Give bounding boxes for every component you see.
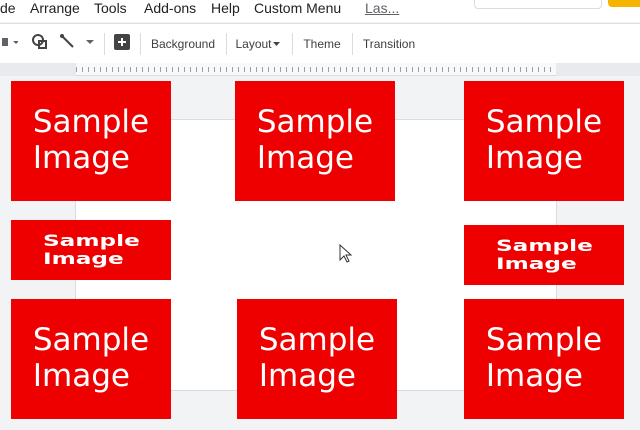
theme-button[interactable]: Theme [298,24,346,64]
ruler-margin-right [556,63,640,76]
menu-help[interactable]: Help [211,0,240,16]
sample-image-text: Sample Image [258,322,376,394]
select-tool-icon [2,35,19,54]
ruler-margin-left [0,63,76,76]
select-tool-button[interactable] [0,24,20,64]
toolbar: Background Layout Theme Transition [0,23,640,65]
sample-image-text: Sample Image [42,230,140,268]
sample-image[interactable]: Sample Image [237,299,397,419]
sample-image-text: Sample Image [495,235,593,273]
horizontal-ruler[interactable] [76,63,556,76]
shape-icon [31,33,49,56]
sample-image[interactable]: Sample Image [464,299,624,419]
toolbar-separator [140,33,141,55]
sample-image[interactable]: Sample Image [464,81,624,201]
sample-image-stretched[interactable]: Sample Image [464,225,624,285]
toolbar-separator [292,33,293,55]
toolbar-separator [104,33,105,55]
menu-tools[interactable]: Tools [94,0,127,16]
sample-image-text: Sample Image [256,104,374,176]
sample-image-text: Sample Image [32,104,150,176]
sample-image-text: Sample Image [485,104,603,176]
sample-image-text: Sample Image [485,322,603,394]
sample-image-text: Sample Image [32,322,150,394]
sample-image[interactable]: Sample Image [11,81,171,201]
menu-add-ons[interactable]: Add-ons [144,0,196,16]
shape-tool-button[interactable] [28,24,52,64]
chevron-down-icon [272,35,281,53]
insert-comment-button[interactable] [110,24,134,64]
layout-button[interactable]: Layout [232,24,284,64]
sample-image-stretched[interactable]: Sample Image [11,220,171,280]
line-tool-button[interactable] [58,24,98,64]
menu-slide[interactable]: de [0,0,16,16]
menu-bar: de Arrange Tools Add-ons Help Custom Men… [0,0,640,22]
layout-label: Layout [235,37,272,51]
menu-custom-menu[interactable]: Custom Menu [254,0,341,16]
mouse-cursor-icon [339,243,353,264]
last-edit-link[interactable]: Las... [365,0,399,16]
add-comment-icon [113,33,131,56]
sample-image[interactable]: Sample Image [11,299,171,419]
line-icon [59,33,97,56]
sample-image[interactable]: Sample Image [235,81,395,201]
toolbar-separator [352,33,353,55]
toolbar-separator [226,33,227,55]
transition-button[interactable]: Transition [358,24,420,64]
comment-history-box[interactable] [474,0,602,9]
background-button[interactable]: Background [147,24,219,64]
menu-arrange[interactable]: Arrange [30,0,80,16]
share-button[interactable] [608,0,640,7]
